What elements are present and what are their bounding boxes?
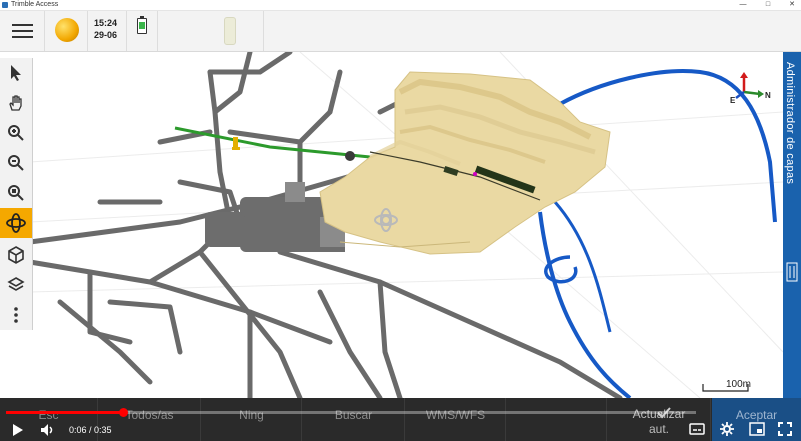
fullscreen-icon[interactable] bbox=[778, 422, 792, 436]
wms-label: WMS/WFS bbox=[425, 408, 486, 422]
layers-tool[interactable] bbox=[0, 270, 32, 300]
all-label: Todos/as bbox=[125, 408, 174, 422]
checkmark-icon bbox=[657, 407, 671, 419]
auto-update-label-2: aut. bbox=[648, 421, 669, 436]
zoom-extents-icon bbox=[8, 185, 24, 201]
axes-indicator-icon: N E bbox=[730, 72, 771, 105]
maximize-button[interactable]: □ bbox=[760, 0, 776, 10]
map-toolbar bbox=[0, 58, 33, 330]
view-3d-tool[interactable] bbox=[0, 240, 32, 270]
layer-manager-label: Administrador de capas bbox=[784, 62, 796, 185]
settings-icon[interactable] bbox=[720, 422, 734, 436]
select-tool[interactable] bbox=[0, 58, 32, 88]
miniplayer-icon[interactable] bbox=[749, 422, 765, 436]
none-label: Ning bbox=[239, 408, 264, 422]
battery-status[interactable] bbox=[127, 11, 158, 51]
status-time: 15:24 bbox=[94, 18, 118, 28]
zoom-extents-tool[interactable] bbox=[0, 178, 32, 208]
menu-icon-bar bbox=[12, 36, 33, 38]
accept-label: Aceptar bbox=[735, 408, 778, 422]
zoom-out-tool[interactable] bbox=[0, 148, 32, 178]
search-label: Buscar bbox=[334, 408, 373, 422]
blank-softkey[interactable] bbox=[507, 398, 607, 441]
app-icon bbox=[2, 2, 8, 8]
battery-icon bbox=[137, 16, 147, 34]
layer-manager-tab[interactable]: Administrador de capas bbox=[783, 52, 801, 398]
zoom-out-icon bbox=[8, 155, 24, 171]
window-title: Trimble Access bbox=[11, 1, 59, 8]
all-button[interactable]: Todos/as bbox=[99, 398, 201, 441]
menu-icon bbox=[12, 24, 33, 26]
orbit-tool[interactable] bbox=[0, 208, 32, 238]
map-canvas[interactable] bbox=[0, 52, 783, 398]
compass-north-label: N bbox=[765, 91, 771, 100]
alignment-line bbox=[538, 211, 632, 398]
volume-icon[interactable] bbox=[40, 423, 56, 437]
menu-button[interactable] bbox=[0, 11, 45, 51]
pan-tool[interactable] bbox=[0, 88, 32, 118]
layers-icon bbox=[7, 277, 25, 291]
play-icon[interactable] bbox=[12, 423, 24, 437]
more-tool[interactable] bbox=[0, 300, 32, 330]
datetime: 15:24 29-06 bbox=[88, 11, 127, 51]
cube-icon bbox=[8, 246, 24, 264]
none-button[interactable]: Ning bbox=[202, 398, 302, 441]
map-view[interactable] bbox=[0, 52, 783, 398]
esc-label: Esc bbox=[38, 408, 59, 422]
search-button[interactable]: Buscar bbox=[303, 398, 405, 441]
hand-icon bbox=[9, 95, 22, 111]
receiver-icon bbox=[224, 17, 236, 45]
softkey-bar: Esc Todos/as Ning Buscar WMS/WFS Actuali… bbox=[0, 398, 801, 441]
more-vertical-icon bbox=[14, 307, 18, 323]
pointer-icon bbox=[11, 65, 21, 81]
status-date: 29-06 bbox=[94, 30, 118, 40]
scale-label: 100m bbox=[726, 379, 752, 390]
orbit-icon bbox=[6, 213, 26, 233]
green-line bbox=[174, 126, 371, 159]
zoom-in-tool[interactable] bbox=[0, 118, 32, 148]
gnss-status-button[interactable] bbox=[45, 11, 88, 51]
compass-east-label: E bbox=[730, 96, 736, 105]
minimize-button[interactable]: — bbox=[735, 0, 751, 10]
grip-icon[interactable] bbox=[786, 262, 798, 282]
globe-icon bbox=[55, 18, 79, 42]
window-titlebar: Trimble Access — □ ✕ bbox=[0, 0, 801, 11]
scale-bar: 100m bbox=[702, 379, 752, 399]
instrument-status[interactable] bbox=[158, 11, 264, 51]
menu-icon-bar bbox=[12, 30, 33, 32]
status-bar: 15:24 29-06 bbox=[0, 11, 801, 52]
captions-icon[interactable] bbox=[689, 422, 705, 436]
node-marker bbox=[345, 151, 355, 161]
close-button[interactable]: ✕ bbox=[784, 0, 800, 10]
zoom-in-icon bbox=[8, 125, 24, 141]
wms-wfs-button[interactable]: WMS/WFS bbox=[406, 398, 506, 441]
